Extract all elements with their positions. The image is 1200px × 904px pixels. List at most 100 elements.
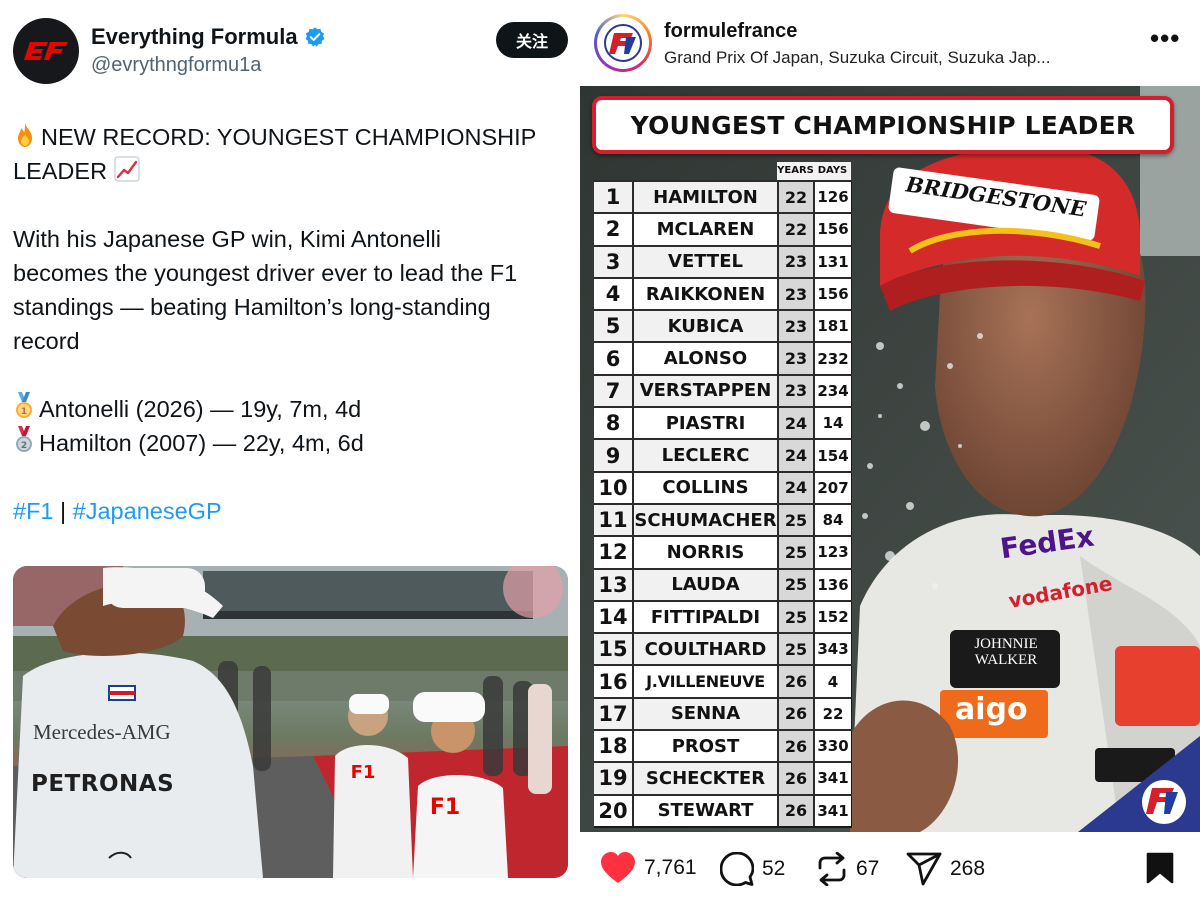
driver-name-cell: SENNA [632,698,777,730]
years-cell: 26 [777,666,813,697]
driver-name-cell: COULTHARD [632,634,777,665]
driver-name-cell: VETTEL [632,246,777,277]
days-cell: 84 [813,504,851,536]
rank-cell: 2 [594,214,632,245]
heart-icon[interactable] [600,852,636,884]
body-text-line-2: becomes the youngest driver ever to lead… [13,260,518,286]
repost-icon[interactable] [816,852,848,886]
like-action[interactable]: 7,761 [600,852,697,884]
days-cell: 14 [813,408,851,439]
stat-text-1: Antonelli (2026) — 19y, 7m, 4d [39,396,362,422]
instagram-post: formulefrance Grand Prix Of Japan, Suzuk… [580,0,1200,904]
years-cell: 25 [777,601,813,633]
days-cell: 341 [813,763,851,794]
driver-name-cell: VERSTAPPEN [632,375,777,407]
driver-name-cell: STEWART [632,795,777,826]
more-options-button[interactable]: ••• [1150,25,1180,51]
f1-logo-icon: F1 [430,795,460,820]
driver-name-cell: LECLERC [632,440,777,471]
hashtag-japanesegp[interactable]: #JapaneseGP [73,498,222,524]
comment-action[interactable]: 52 [720,852,785,886]
post-image[interactable]: BRIDGESTONE FedEx vodafone JOHNNIE WALKE… [580,86,1200,832]
rank-cell: 20 [594,795,632,826]
driver-name-cell: PIASTRI [632,408,777,439]
driver-name-cell: SCHECKTER [632,763,777,794]
days-cell: 341 [813,795,851,826]
table-row: 15 COULTHARD 25 343 [594,632,852,665]
profile-avatar[interactable] [594,14,652,72]
years-cell: 23 [777,343,813,374]
driver-name-cell: NORRIS [632,537,777,568]
post-header: formulefrance Grand Prix Of Japan, Suzuk… [580,0,1200,86]
days-cell: 234 [813,375,851,407]
rank-cell: 13 [594,569,632,600]
svg-text:2: 2 [21,441,27,451]
hashtag-f1[interactable]: #F1 [13,498,54,524]
post-location[interactable]: Grand Prix Of Japan, Suzuka Circuit, Suz… [664,48,1050,68]
rank-cell: 3 [594,246,632,277]
post-username[interactable]: formulefrance [664,20,797,43]
table-row: 1 HAMILTON 22 126 [594,180,852,213]
repost-action[interactable]: 67 [816,852,879,886]
table-row: 9 LECLERC 24 154 [594,438,852,471]
years-cell: 23 [777,375,813,407]
table-row: 7 VERSTAPPEN 23 234 [594,373,852,407]
years-cell: 24 [777,408,813,439]
table-row: 11 SCHUMACHER 25 84 [594,502,852,536]
rank-cell: 8 [594,408,632,439]
handle[interactable]: @evrythngformu1a [91,54,261,77]
share-count: 268 [950,857,986,880]
days-cell: 343 [813,634,851,665]
comment-count: 52 [762,857,786,880]
display-name[interactable]: Everything Formula [91,24,326,50]
rank-cell: 11 [594,504,632,536]
tweet-text: NEW RECORD: YOUNGEST CHAMPIONSHIP LEADER… [13,120,568,528]
driver-name-cell: PROST [632,731,777,762]
driver-name-cell: FITTIPALDI [632,601,777,633]
table-row: 16 J.VILLENEUVE 26 4 [594,664,852,697]
repost-count: 67 [856,857,880,880]
table-header: YEARS DAYS [777,162,851,180]
tweet-photo[interactable]: F1 F1 Mercedes-AMG PETRONAS [13,566,568,878]
table-row: 17 SENNA 26 22 [594,696,852,730]
table-row: 18 PROST 26 330 [594,729,852,762]
table-body: 1 HAMILTON 22 126 2 MCLAREN 22 156 3 VETTEL 23 131 4… [594,180,852,828]
rank-cell: 5 [594,311,632,342]
share-action[interactable]: 268 [906,852,985,886]
headline-line-2: LEADER [13,154,568,188]
stat-line-2: 2 Hamilton (2007) — 22y, 4m, 6d [13,426,568,460]
table-row: 20 STEWART 26 341 [594,793,852,826]
body-text-line-4: record [13,328,80,354]
years-cell: 25 [777,504,813,536]
years-cell: 26 [777,698,813,730]
save-button[interactable] [1146,852,1174,889]
send-icon[interactable] [906,852,942,886]
days-cell: 131 [813,246,851,277]
display-name-text[interactable]: Everything Formula [91,24,298,50]
driver-name-cell: HAMILTON [632,182,777,213]
banner-title: YOUNGEST CHAMPIONSHIP LEADER [630,110,1136,140]
years-cell: 23 [777,278,813,310]
table-row: 14 FITTIPALDI 25 152 [594,599,852,633]
days-cell: 156 [813,214,851,245]
rank-cell: 4 [594,278,632,310]
headline-text-1: NEW RECORD: YOUNGEST CHAMPIONSHIP [41,124,537,150]
years-cell: 25 [777,634,813,665]
years-cell: 26 [777,763,813,794]
table-row: 6 ALONSO 23 232 [594,341,852,374]
avatar[interactable] [13,18,79,84]
leaders-table: YEARS DAYS 1 HAMILTON 22 126 2 MCLAREN 22 156 3 V… [594,162,852,828]
table-row: 19 SCHECKTER 26 341 [594,761,852,794]
table-row: 5 KUBICA 23 181 [594,309,852,342]
table-row: 13 LAUDA 25 136 [594,567,852,600]
days-cell: 156 [813,278,851,310]
col-header-years: YEARS [777,165,814,176]
chart-banner: YOUNGEST CHAMPIONSHIP LEADER [592,96,1174,154]
bookmark-icon[interactable] [1146,852,1174,884]
stat-line-1: 1 Antonelli (2026) — 19y, 7m, 4d [13,392,568,426]
comment-icon[interactable] [720,852,754,886]
headline-line: NEW RECORD: YOUNGEST CHAMPIONSHIP [13,120,568,154]
driver-name-cell: RAIKKONEN [632,278,777,310]
formule-france-logo-icon [597,17,649,69]
follow-button[interactable]: 关注 [496,22,568,58]
